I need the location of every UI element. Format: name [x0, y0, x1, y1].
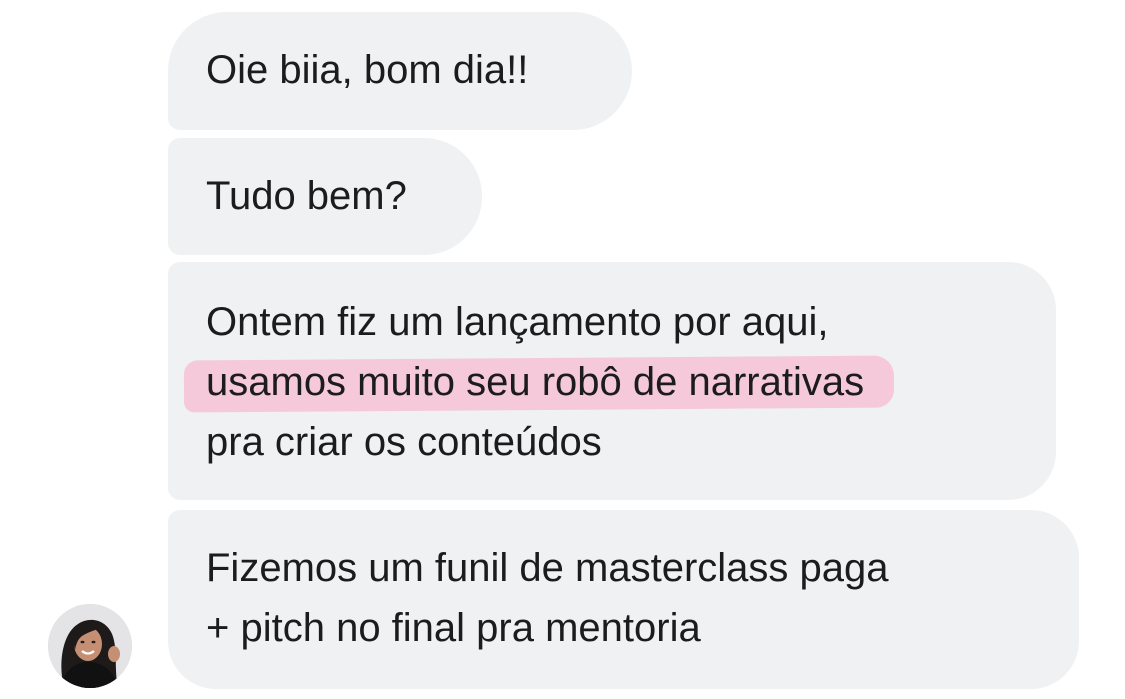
- message-text: usamos muito seu robô de narrativas: [206, 360, 865, 404]
- message-text: Tudo bem?: [206, 174, 407, 218]
- message-text: Fizemos um funil de masterclass paga: [206, 546, 889, 590]
- message-bubble[interactable]: Tudo bem?: [168, 138, 482, 255]
- highlighted-text: usamos muito seu robô de narrativas: [206, 352, 864, 412]
- message-text: + pitch no final pra mentoria: [206, 606, 701, 650]
- message-text: Ontem fiz um lançamento por aqui,: [206, 300, 829, 344]
- message-bubble[interactable]: Ontem fiz um lançamento por aqui, usamos…: [168, 262, 1056, 500]
- message-text: pra criar os conteúdos: [206, 420, 602, 464]
- message-bubble[interactable]: Fizemos um funil de masterclass paga + p…: [168, 510, 1079, 689]
- profile-photo-avatar-icon: [48, 604, 132, 688]
- sender-avatar[interactable]: [48, 604, 132, 688]
- message-bubble[interactable]: Oie biia, bom dia!!: [168, 12, 632, 130]
- message-thread: Oie biia, bom dia!! Tudo bem? Ontem fiz …: [0, 0, 1125, 699]
- message-text: Oie biia, bom dia!!: [206, 48, 529, 92]
